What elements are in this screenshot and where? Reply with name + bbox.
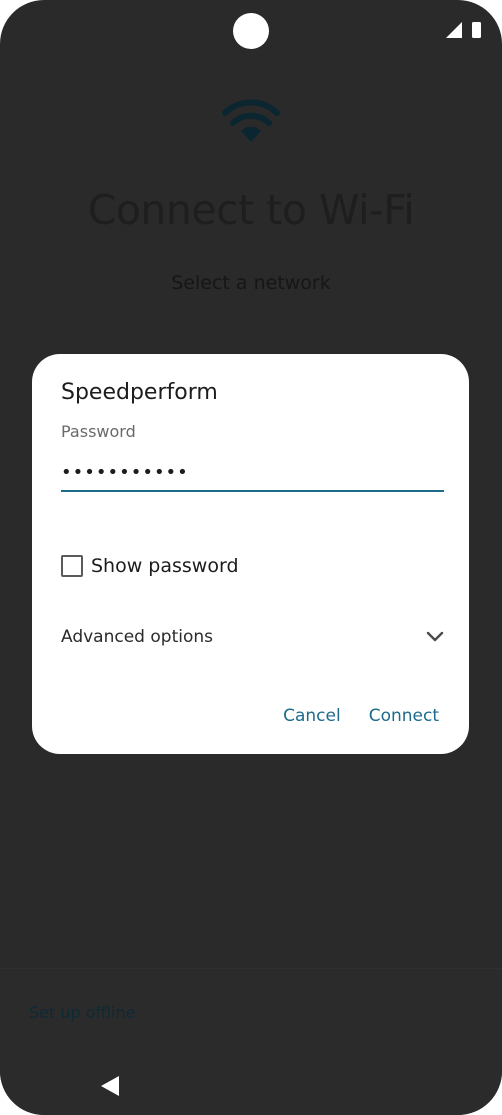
network-name: Speedperform (61, 380, 218, 405)
show-password-label: Show password (91, 555, 239, 577)
back-icon[interactable] (100, 1075, 120, 1097)
page-subtitle: Select a network (171, 272, 331, 294)
battery-icon (472, 22, 481, 38)
advanced-options-label: Advanced options (61, 627, 213, 647)
camera-cutout (233, 13, 269, 49)
page-title: Connect to Wi-Fi (87, 186, 415, 234)
dialog-actions: Cancel Connect (283, 706, 439, 726)
signal-icon (446, 22, 462, 38)
show-password-checkbox[interactable] (61, 555, 83, 577)
setup-offline-button[interactable]: Set up offline (29, 1003, 135, 1022)
connect-button[interactable]: Connect (369, 706, 439, 726)
show-password-row[interactable]: Show password (61, 554, 239, 578)
chevron-down-icon (426, 631, 444, 642)
phone-screen: Connect to Wi-Fi Select a network Speedp… (0, 0, 502, 1115)
status-bar-icons (446, 22, 481, 38)
password-label: Password (61, 422, 136, 441)
bottom-bar (0, 968, 502, 1115)
advanced-options-toggle[interactable]: Advanced options (61, 624, 444, 650)
status-bar (446, 22, 486, 38)
cancel-button[interactable]: Cancel (283, 706, 341, 726)
wifi-password-dialog: Speedperform Password Show password Adva… (32, 354, 469, 754)
wifi-icon (222, 99, 280, 142)
password-input[interactable] (61, 454, 444, 492)
